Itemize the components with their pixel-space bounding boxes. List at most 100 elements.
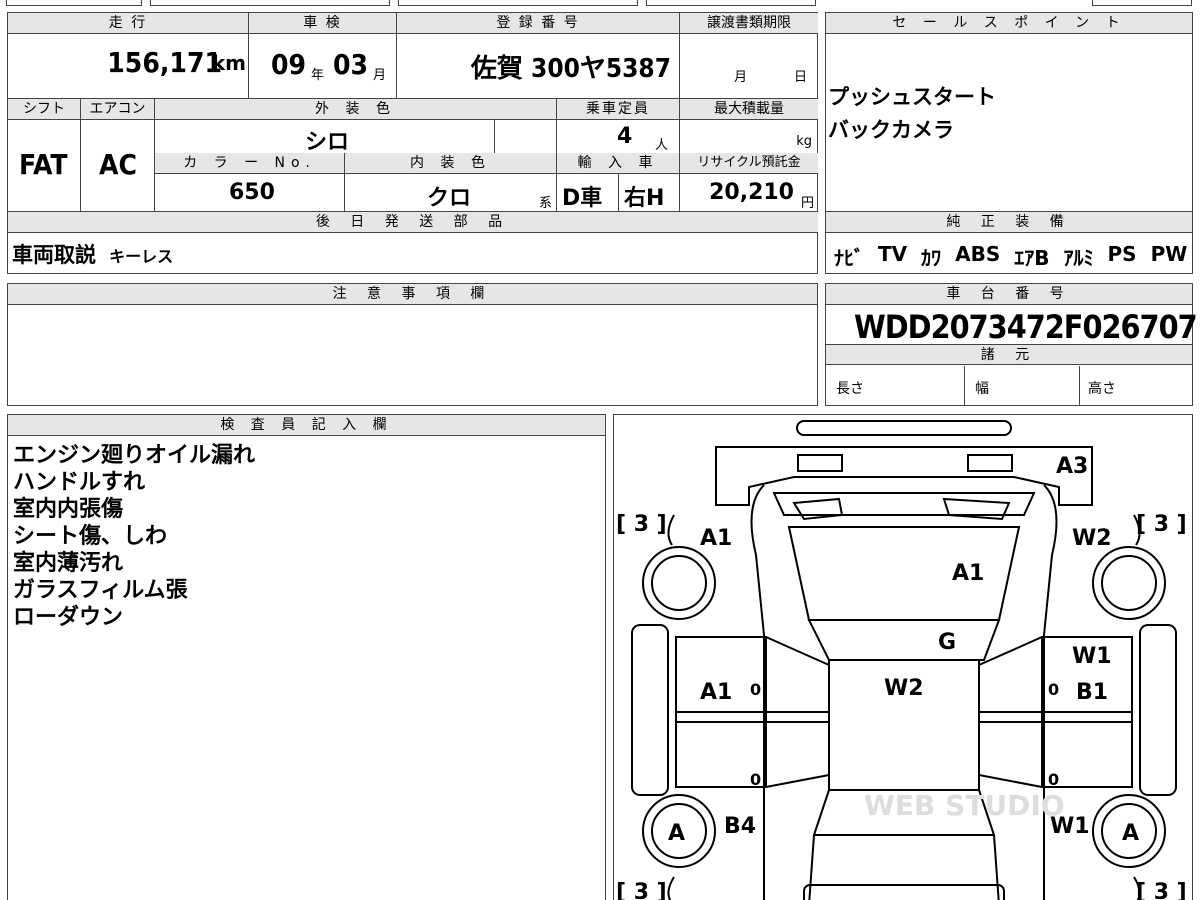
interior-suffix: 系: [539, 196, 553, 211]
rear-bumper-shape: [803, 884, 1005, 900]
width-label: 幅: [975, 381, 989, 397]
sales-line: バックカメラ: [828, 118, 954, 142]
shift-label: シフト: [8, 99, 81, 120]
inspection-month: 03: [333, 48, 369, 81]
colorno-value: 650: [229, 180, 275, 205]
mileage-cell: 156,171 km: [8, 34, 249, 99]
top-strip: [0, 0, 1200, 8]
recycle-value: 20,210: [709, 180, 794, 205]
transfer-label: 譲渡書類期限: [680, 13, 818, 34]
trunk-shape: [808, 834, 1000, 900]
notes-box: 注 意 事 項 欄: [7, 283, 818, 406]
right-mirror-line: [978, 636, 1043, 666]
inspector-line: ハンドルすれ: [13, 470, 146, 495]
exterior-cell: シロ: [155, 120, 495, 157]
chassis-value: WDD2073472F026707: [854, 308, 1198, 346]
car-diagram-box: WEB STUDIO A3 A1 W2 A1 G W1 W2 A1 B1 B4 …: [613, 414, 1193, 900]
equip-item: ｶﾜ: [921, 246, 942, 270]
notes-label: 注 意 事 項 欄: [8, 284, 817, 305]
inspector-line: 室内内張傷: [13, 497, 124, 522]
headlight-left: [797, 454, 843, 472]
wheel-front-left: [642, 546, 716, 620]
interior-cell: クロ 系: [345, 174, 557, 212]
mileage-label: 走 行: [8, 13, 249, 34]
exterior-extra-cell: [495, 120, 557, 157]
damage-mark: W2: [1072, 526, 1112, 551]
recycle-unit: 円: [800, 196, 814, 211]
spec-label: 諸 元: [826, 344, 1192, 365]
damage-mark: B1: [1076, 680, 1108, 705]
chassis-box: 車 台 番 号 WDD2073472F026707 諸 元 長さ 幅 高さ: [825, 283, 1198, 406]
sales-label: セ ー ル ス ポ イ ン ト: [826, 13, 1192, 34]
later-parts: 車両取説 キーレス: [12, 239, 173, 269]
right-step: [1139, 624, 1177, 796]
later-label: 後 日 発 送 部 品: [8, 212, 818, 233]
shift-cell: FAT: [8, 120, 81, 212]
length-label: 長さ: [836, 381, 864, 397]
damage-mark: A: [1122, 821, 1139, 846]
exterior-label: 外 装 色: [155, 99, 557, 120]
inspector-line: シート傷、しわ: [13, 524, 168, 549]
recycle-label: リサイクル預託金: [680, 153, 818, 174]
equip-label: 純 正 装 備: [826, 212, 1192, 233]
front-panel-shape: [715, 446, 1093, 506]
zero-mark: 0: [1048, 680, 1059, 699]
damage-mark: B4: [724, 814, 756, 839]
maxload-cell: kg: [680, 120, 818, 157]
damage-mark: A3: [1056, 454, 1088, 479]
equipment-box: 純 正 装 備 ﾅﾋﾞ TV ｶﾜ ABS ｴｱB ｱﾙﾐ PS PW: [825, 211, 1193, 274]
import-label: 輸 入 車: [557, 153, 680, 174]
import-h-cell: 右H: [619, 174, 680, 212]
colorno-cell: 650: [155, 174, 345, 212]
front-bumper-shape: [796, 420, 1012, 436]
maxload-unit: kg: [796, 134, 812, 149]
year-unit: 年: [311, 68, 325, 83]
ac-cell: AC: [81, 120, 155, 212]
colorno-label: カ ラ ー No.: [155, 153, 345, 174]
equip-item: ｴｱB: [1014, 246, 1050, 270]
inspector-line: エンジン廻りオイル漏れ: [13, 443, 256, 468]
inspection-year: 09: [271, 48, 307, 81]
sales-point-box: セ ー ル ス ポ イ ン ト プッシュスタート バックカメラ: [825, 12, 1193, 212]
arch-rl: [667, 876, 675, 900]
damage-mark: A: [668, 821, 685, 846]
wheel-front-right: [1092, 546, 1166, 620]
spec-width: 幅: [965, 366, 1080, 405]
headlight-right: [967, 454, 1013, 472]
tire-depth: [ 3 ]: [1136, 880, 1187, 900]
spec-length: 長さ: [826, 366, 965, 405]
ac-label: エアコン: [81, 99, 155, 120]
maxload-label: 最大積載量: [680, 99, 818, 120]
right-rear-line: [978, 774, 1043, 788]
interior-value: クロ: [427, 186, 472, 211]
inspector-line: 室内薄汚れ: [13, 551, 124, 576]
capacity-cell: 4 人: [557, 120, 680, 157]
zero-mark: 0: [750, 770, 761, 789]
tire-depth: [ 3 ]: [616, 880, 667, 900]
chassis-label: 車 台 番 号: [826, 284, 1192, 305]
watermark: WEB STUDIO: [864, 789, 1065, 822]
inspection-cell: 09 年 03 月: [249, 34, 397, 99]
damage-mark: W1: [1072, 644, 1112, 669]
equip-item: ﾅﾋﾞ: [834, 246, 864, 270]
import-h: 右H: [624, 186, 665, 211]
arch-fl: [667, 514, 675, 546]
wheel-front-right-inner: [1101, 555, 1157, 611]
inspector-lines: エンジン廻りオイル漏れ ハンドルすれ 室内内張傷 シート傷、しわ 室内薄汚れ ガ…: [13, 442, 255, 631]
damage-mark: W1: [1050, 814, 1090, 839]
import-d: D車: [562, 186, 603, 211]
inspector-box: 検 査 員 記 入 欄 エンジン廻りオイル漏れ ハンドルすれ 室内内張傷 シート…: [7, 414, 606, 900]
damage-mark: A1: [952, 561, 984, 586]
left-rear-line: [765, 774, 830, 788]
damage-mark: A1: [700, 680, 732, 705]
ac-value: AC: [99, 148, 137, 181]
shift-value: FAT: [19, 148, 68, 181]
mileage-value: 156,171: [107, 46, 222, 79]
transfer-cell: 月 日: [680, 34, 818, 99]
sales-lines: プッシュスタート バックカメラ: [828, 81, 996, 147]
damage-mark: G: [938, 630, 956, 655]
inspector-label: 検 査 員 記 入 欄: [8, 415, 605, 436]
recycle-cell: 20,210 円: [680, 174, 818, 212]
tire-depth: [ 3 ]: [616, 512, 667, 537]
damage-mark: W2: [884, 676, 924, 701]
